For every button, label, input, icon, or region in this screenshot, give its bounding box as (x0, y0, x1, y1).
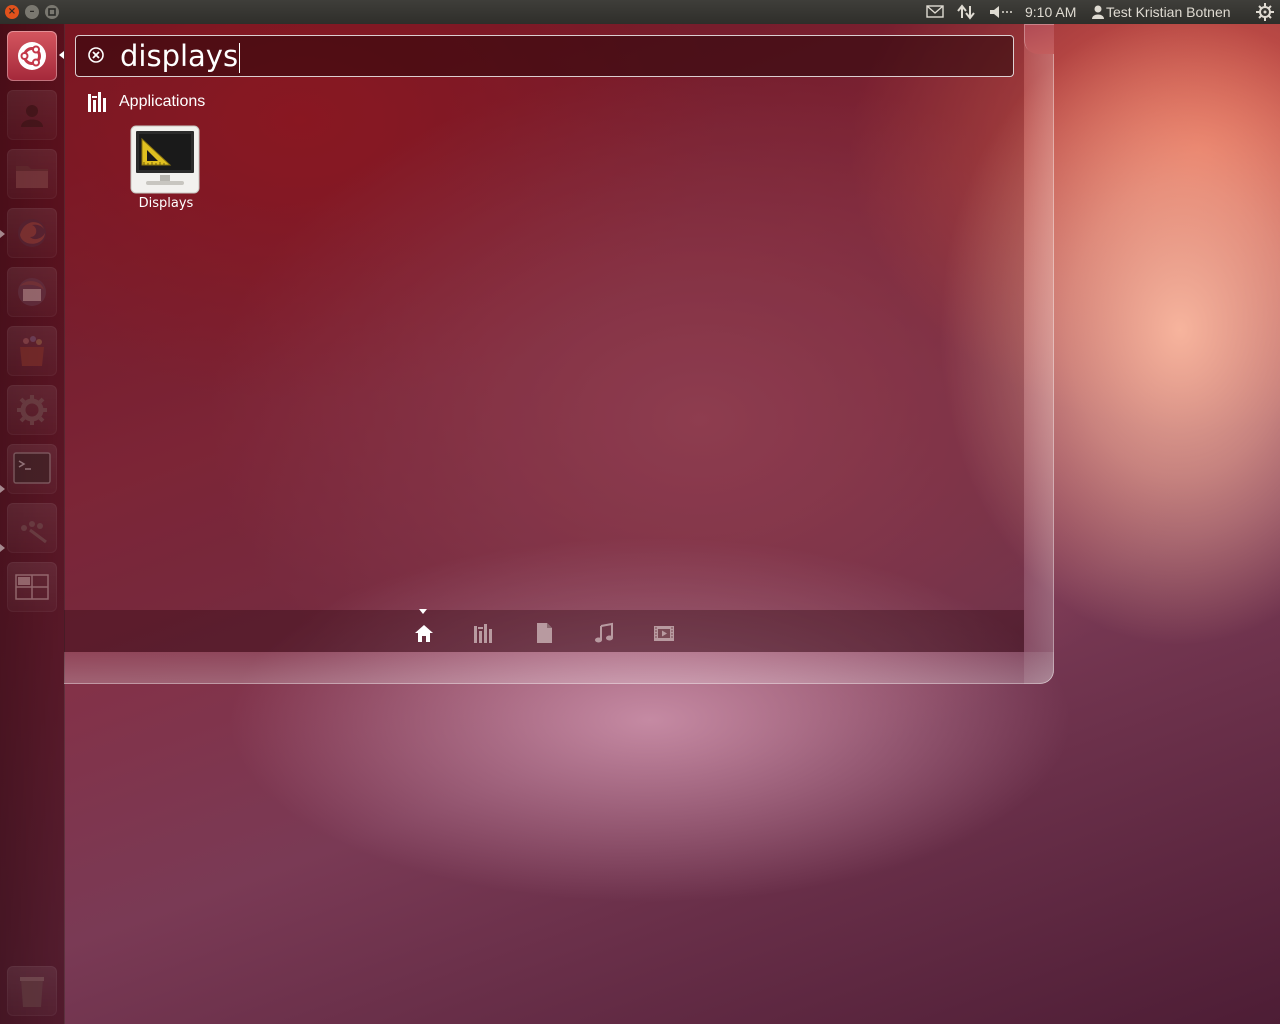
mail-indicator[interactable] (926, 0, 944, 24)
workspace-switcher-icon (15, 574, 49, 600)
lens-video-button[interactable] (653, 622, 675, 644)
user-menu[interactable]: Test Kristian Botnen (1090, 0, 1231, 24)
music-lens-icon (595, 622, 613, 643)
launcher-terminal-button[interactable] (7, 444, 57, 494)
window-close-button[interactable]: × (5, 5, 19, 19)
clock[interactable]: 9:10 AM (1025, 0, 1076, 24)
sound-icon (990, 6, 1012, 18)
running-pip-icon (0, 544, 5, 552)
search-box[interactable]: displays (75, 35, 1014, 77)
result-item-displays[interactable]: Displays (120, 125, 212, 215)
dash-overlay (64, 24, 1024, 652)
network-indicator[interactable] (956, 0, 976, 24)
maximize-icon (48, 8, 56, 16)
running-pip-icon (0, 230, 5, 238)
launcher-software-center-button[interactable] (7, 326, 57, 376)
launcher-network-tools-button[interactable] (7, 503, 57, 553)
applications-category-icon (88, 92, 106, 112)
dash-home-icon (18, 42, 46, 70)
result-label: Displays (138, 196, 194, 211)
lens-applications-button[interactable] (473, 622, 495, 644)
sound-indicator[interactable] (988, 0, 1014, 24)
launcher-firefox-button[interactable] (7, 208, 57, 258)
launcher-trash-button[interactable] (7, 966, 57, 1016)
displays-app-icon (130, 125, 200, 194)
top-panel: × – 9:10 AM Test Kristian Botnen (0, 0, 1280, 24)
lens-bar (64, 610, 1024, 652)
window-maximize-button[interactable] (45, 5, 59, 19)
files-icon (16, 166, 48, 188)
launcher-dash-home-button[interactable] (7, 31, 57, 81)
system-settings-icon (17, 395, 47, 425)
minimize-icon: – (29, 6, 35, 17)
dash-border (1024, 24, 1054, 684)
launcher-files-button[interactable] (7, 149, 57, 199)
search-query: displays (120, 39, 239, 73)
launcher-workspace-switcher-button[interactable] (7, 562, 57, 612)
running-pip-icon (0, 485, 5, 493)
software-center-icon (20, 336, 44, 366)
search-input[interactable]: displays (120, 38, 241, 74)
contacts-icon (21, 105, 43, 127)
mail-icon (926, 5, 944, 18)
terminal-icon (13, 452, 51, 484)
network-tools-icon (21, 521, 47, 544)
files-lens-icon (537, 623, 552, 643)
video-lens-icon (654, 626, 674, 641)
text-caret (239, 43, 241, 73)
thunderbird-icon (18, 278, 46, 306)
firefox-icon (18, 219, 46, 247)
launcher (0, 24, 65, 1024)
category-label: Applications (119, 93, 206, 110)
user-icon (1092, 5, 1104, 19)
clear-search-icon[interactable] (88, 47, 104, 63)
applications-lens-icon (474, 624, 492, 643)
user-name: Test Kristian Botnen (1106, 4, 1231, 20)
session-gear-icon (1256, 3, 1274, 21)
window-minimize-button[interactable]: – (25, 5, 39, 19)
trash-icon (20, 977, 44, 1007)
lens-home-button[interactable] (413, 622, 435, 644)
lens-music-button[interactable] (593, 622, 615, 644)
close-icon: × (7, 6, 17, 17)
lens-files-button[interactable] (533, 622, 555, 644)
session-indicator[interactable] (1255, 0, 1275, 24)
launcher-contacts-button[interactable] (7, 90, 57, 140)
active-lens-arrow-icon (419, 609, 427, 614)
dash-corner (1024, 24, 1054, 54)
launcher-thunderbird-button[interactable] (7, 267, 57, 317)
dash-border (64, 652, 1054, 684)
launcher-system-settings-button[interactable] (7, 385, 57, 435)
network-icon (957, 4, 975, 20)
home-lens-icon (415, 625, 433, 642)
